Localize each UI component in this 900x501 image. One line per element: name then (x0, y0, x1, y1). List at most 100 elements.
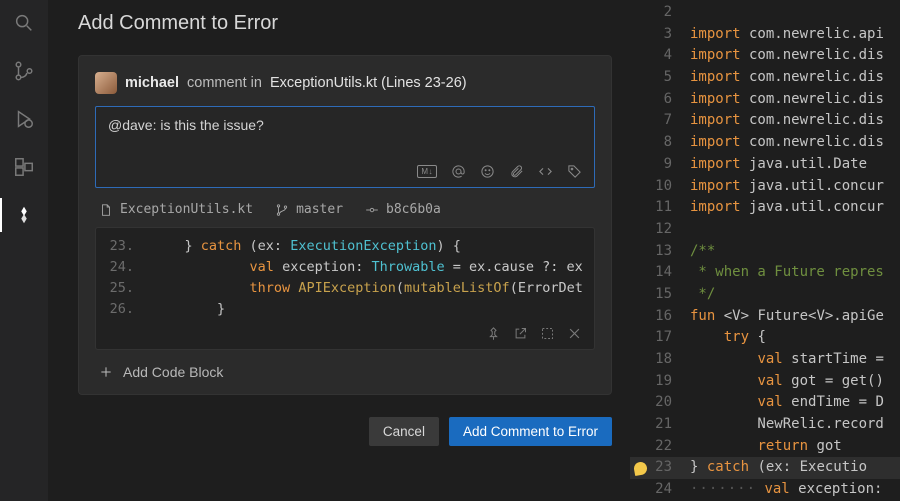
editor-line: 24······· val exception: (630, 479, 900, 501)
markdown-icon[interactable]: M↓ (417, 165, 437, 178)
search-icon[interactable] (0, 6, 48, 40)
editor-line-number: 16 (650, 306, 690, 328)
editor-line-number: 13 (650, 241, 690, 263)
editor-line: 19 val got = get() (630, 371, 900, 393)
editor-line-number: 4 (650, 45, 690, 67)
code-line: 26. } (96, 299, 594, 320)
branch-icon (275, 203, 289, 217)
gutter (630, 462, 650, 475)
editor-code: import com.newrelic.dis (690, 89, 884, 111)
add-code-block-label: Add Code Block (123, 364, 223, 380)
editor-line: 17 try { (630, 327, 900, 349)
code-block-tools (96, 320, 594, 343)
line-number: 24. (96, 257, 152, 278)
editor-line: 9import java.util.Date (630, 154, 900, 176)
debug-icon[interactable] (0, 102, 48, 136)
submit-button[interactable]: Add Comment to Error (449, 417, 612, 446)
editor-line-number: 15 (650, 284, 690, 306)
code-line: 23. } catch (ex: ExecutionException) { (96, 236, 594, 257)
editor-line: 7import com.newrelic.dis (630, 110, 900, 132)
editor-line-number: 10 (650, 176, 690, 198)
editor-line: 10import java.util.concur (630, 176, 900, 198)
meta-file-label: ExceptionUtils.kt (120, 202, 253, 217)
editor-line: 2 (630, 2, 900, 24)
emoji-icon[interactable] (480, 164, 495, 179)
editor-line-number: 19 (650, 371, 690, 393)
footer: Cancel Add Comment to Error (78, 395, 612, 446)
comment-box[interactable]: M↓ (95, 106, 595, 188)
comment-input[interactable] (108, 117, 582, 149)
meta-branch[interactable]: master (275, 202, 343, 217)
editor-line: 20 val endTime = D (630, 392, 900, 414)
editor-code: return got (690, 436, 842, 458)
activity-bar (0, 0, 48, 501)
editor-line-number: 12 (650, 219, 690, 241)
editor-code: val endTime = D (690, 392, 884, 414)
extensions-icon[interactable] (0, 150, 48, 184)
add-code-block[interactable]: Add Code Block (95, 350, 595, 380)
file-icon (99, 203, 113, 217)
editor-line: 22 return got (630, 436, 900, 458)
tag-icon[interactable] (567, 164, 582, 179)
code-block: 23. } catch (ex: ExecutionException) {24… (95, 227, 595, 350)
code-line: 25. throw APIException(mutableListOf(Err… (96, 278, 594, 299)
mention-icon[interactable] (451, 164, 466, 179)
editor-code: fun <V> Future<V>.apiGe (690, 306, 884, 328)
pin-icon[interactable] (486, 326, 501, 341)
cancel-button[interactable]: Cancel (369, 417, 439, 446)
editor-line-number: 5 (650, 67, 690, 89)
code-content: } (152, 299, 225, 320)
source-control-icon[interactable] (0, 54, 48, 88)
editor-line-number: 18 (650, 349, 690, 371)
editor-line: 21 NewRelic.record (630, 414, 900, 436)
editor-line-number: 11 (650, 197, 690, 219)
select-icon[interactable] (540, 326, 555, 341)
meta-branch-label: master (296, 202, 343, 217)
editor-code: import java.util.concur (690, 197, 884, 219)
avatar (95, 72, 117, 94)
meta-commit[interactable]: b8c6b0a (365, 202, 441, 217)
editor-code: import java.util.Date (690, 154, 867, 176)
editor-line: 15 */ (630, 284, 900, 306)
editor-line-number: 20 (650, 392, 690, 414)
line-number: 23. (96, 236, 152, 257)
attachment-icon[interactable] (509, 164, 524, 179)
editor-line-number: 23 (650, 457, 690, 479)
editor-line: 11import java.util.concur (630, 197, 900, 219)
meta-row: ExceptionUtils.kt master b8c6b0a (95, 188, 595, 227)
meta-file[interactable]: ExceptionUtils.kt (99, 202, 253, 217)
code-content: val exception: Throwable = ex.cause ?: e… (152, 257, 583, 278)
editor-code: /** (690, 241, 715, 263)
meta-commit-label: b8c6b0a (386, 202, 441, 217)
header-mid: comment in (187, 75, 262, 91)
close-icon[interactable] (567, 326, 582, 341)
editor-line: 6import com.newrelic.dis (630, 89, 900, 111)
editor-line-number: 22 (650, 436, 690, 458)
commit-icon (365, 203, 379, 217)
codestream-icon[interactable] (0, 198, 48, 232)
line-number: 26. (96, 299, 152, 320)
editor-line: 8import com.newrelic.dis (630, 132, 900, 154)
editor-code: val got = get() (690, 371, 884, 393)
editor-line-number: 6 (650, 89, 690, 111)
editor-line-number: 2 (650, 2, 690, 24)
editor-code: import com.newrelic.dis (690, 45, 884, 67)
editor-line-number: 3 (650, 24, 690, 46)
editor-pane[interactable]: 23import com.newrelic.api4import com.new… (630, 0, 900, 501)
editor-line-number: 8 (650, 132, 690, 154)
editor-line: 13/** (630, 241, 900, 263)
comment-toolbar: M↓ (108, 164, 582, 179)
editor-line-number: 24 (650, 479, 690, 501)
code-icon[interactable] (538, 164, 553, 179)
editor-code: */ (690, 284, 715, 306)
editor-code: val startTime = (690, 349, 884, 371)
code-content: throw APIException(mutableListOf(ErrorDe… (152, 278, 583, 299)
editor-code: } catch (ex: Executio (690, 457, 867, 479)
editor-code: try { (690, 327, 766, 349)
open-external-icon[interactable] (513, 326, 528, 341)
editor-line: 16fun <V> Future<V>.apiGe (630, 306, 900, 328)
lightbulb-icon[interactable] (632, 461, 647, 476)
code-content: } catch (ex: ExecutionException) { (152, 236, 461, 257)
line-number: 25. (96, 278, 152, 299)
editor-line: 12 (630, 219, 900, 241)
